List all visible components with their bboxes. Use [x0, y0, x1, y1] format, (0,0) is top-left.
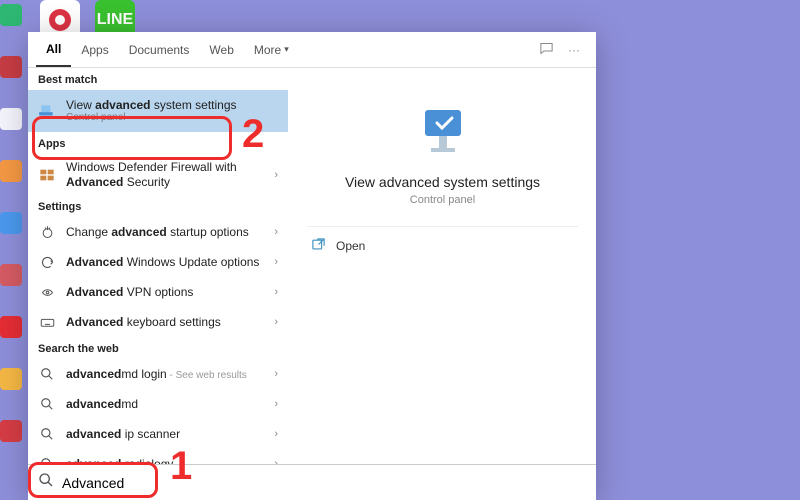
- result-label: Advanced Windows Update options: [66, 255, 264, 269]
- chevron-right-icon: ›: [274, 398, 278, 410]
- search-icon: [38, 425, 56, 443]
- result-web[interactable]: advanced radiology ›: [28, 449, 288, 464]
- chevron-right-icon: ›: [274, 256, 278, 268]
- result-setting-update[interactable]: Advanced Windows Update options ›: [28, 247, 288, 277]
- search-input[interactable]: [62, 475, 586, 491]
- search-icon: [38, 455, 56, 464]
- startup-icon: [38, 223, 56, 241]
- chevron-right-icon: ›: [274, 169, 278, 181]
- result-web[interactable]: advancedmd login - See web results ›: [28, 359, 288, 389]
- preview-subtitle: Control panel: [410, 194, 475, 206]
- tab-web[interactable]: Web: [199, 32, 243, 67]
- result-label: Advanced keyboard settings: [66, 315, 264, 329]
- result-label: advanced radiology: [66, 457, 264, 464]
- desktop-icon-column: [0, 0, 28, 500]
- chevron-right-icon: ›: [274, 316, 278, 328]
- preview-title: View advanced system settings: [345, 174, 540, 190]
- chevron-right-icon: ›: [274, 368, 278, 380]
- firewall-icon: [38, 166, 56, 184]
- section-settings: Settings: [28, 195, 288, 217]
- preview-icon: [411, 106, 475, 162]
- tab-apps[interactable]: Apps: [71, 32, 118, 67]
- result-setting-vpn[interactable]: Advanced VPN options ›: [28, 277, 288, 307]
- desktop-icon[interactable]: [0, 56, 22, 78]
- chevron-right-icon: ›: [274, 286, 278, 298]
- result-label: advanced ip scanner: [66, 427, 264, 441]
- vpn-icon: [38, 283, 56, 301]
- search-icon: [38, 472, 54, 493]
- result-label: View advanced system settings Control pa…: [66, 98, 278, 124]
- results-list: Best match View advanced system settings…: [28, 68, 288, 464]
- result-label: Change advanced startup options: [66, 225, 264, 239]
- desktop-icon[interactable]: [0, 108, 22, 130]
- result-best-match[interactable]: View advanced system settings Control pa…: [28, 90, 288, 132]
- desktop-icon[interactable]: [0, 4, 22, 26]
- desktop-icon[interactable]: [0, 316, 22, 338]
- preview-open-action[interactable]: Open: [307, 227, 578, 265]
- chevron-right-icon: ›: [274, 226, 278, 238]
- chevron-down-icon: ▾: [284, 44, 289, 55]
- result-web[interactable]: advanced ip scanner ›: [28, 419, 288, 449]
- result-setting-startup[interactable]: Change advanced startup options ›: [28, 217, 288, 247]
- section-best-match: Best match: [28, 68, 288, 90]
- feedback-icon[interactable]: [532, 41, 560, 59]
- desktop-icon[interactable]: [0, 368, 22, 390]
- result-label: advancedmd: [66, 397, 264, 411]
- result-web[interactable]: advancedmd ›: [28, 389, 288, 419]
- tab-documents[interactable]: Documents: [119, 32, 200, 67]
- result-label: advancedmd login - See web results: [66, 367, 264, 382]
- open-icon: [311, 237, 326, 255]
- tab-more[interactable]: More ▾: [244, 32, 299, 67]
- desktop-icon[interactable]: [0, 212, 22, 234]
- result-label: Advanced VPN options: [66, 285, 264, 299]
- control-panel-icon: [38, 102, 56, 120]
- desktop-icon[interactable]: [0, 160, 22, 182]
- section-web: Search the web: [28, 337, 288, 359]
- preview-open-label: Open: [336, 239, 365, 253]
- desktop-icon[interactable]: [0, 264, 22, 286]
- chevron-right-icon: ›: [274, 428, 278, 440]
- sync-icon: [38, 253, 56, 271]
- preview-pane: View advanced system settings Control pa…: [288, 68, 596, 464]
- start-search-panel: All Apps Documents Web More ▾ ··· Best m…: [28, 32, 596, 500]
- section-apps: Apps: [28, 132, 288, 154]
- more-options-icon[interactable]: ···: [560, 43, 588, 57]
- search-icon: [38, 365, 56, 383]
- result-app-firewall[interactable]: Windows Defender Firewall with Advanced …: [28, 154, 288, 195]
- search-tabbar: All Apps Documents Web More ▾ ···: [28, 32, 596, 68]
- result-setting-keyboard[interactable]: Advanced keyboard settings ›: [28, 307, 288, 337]
- search-bar[interactable]: [28, 464, 596, 500]
- search-icon: [38, 395, 56, 413]
- desktop-icon[interactable]: [0, 420, 22, 442]
- tab-all[interactable]: All: [36, 32, 71, 67]
- keyboard-icon: [38, 313, 56, 331]
- result-label: Windows Defender Firewall with Advanced …: [66, 160, 264, 189]
